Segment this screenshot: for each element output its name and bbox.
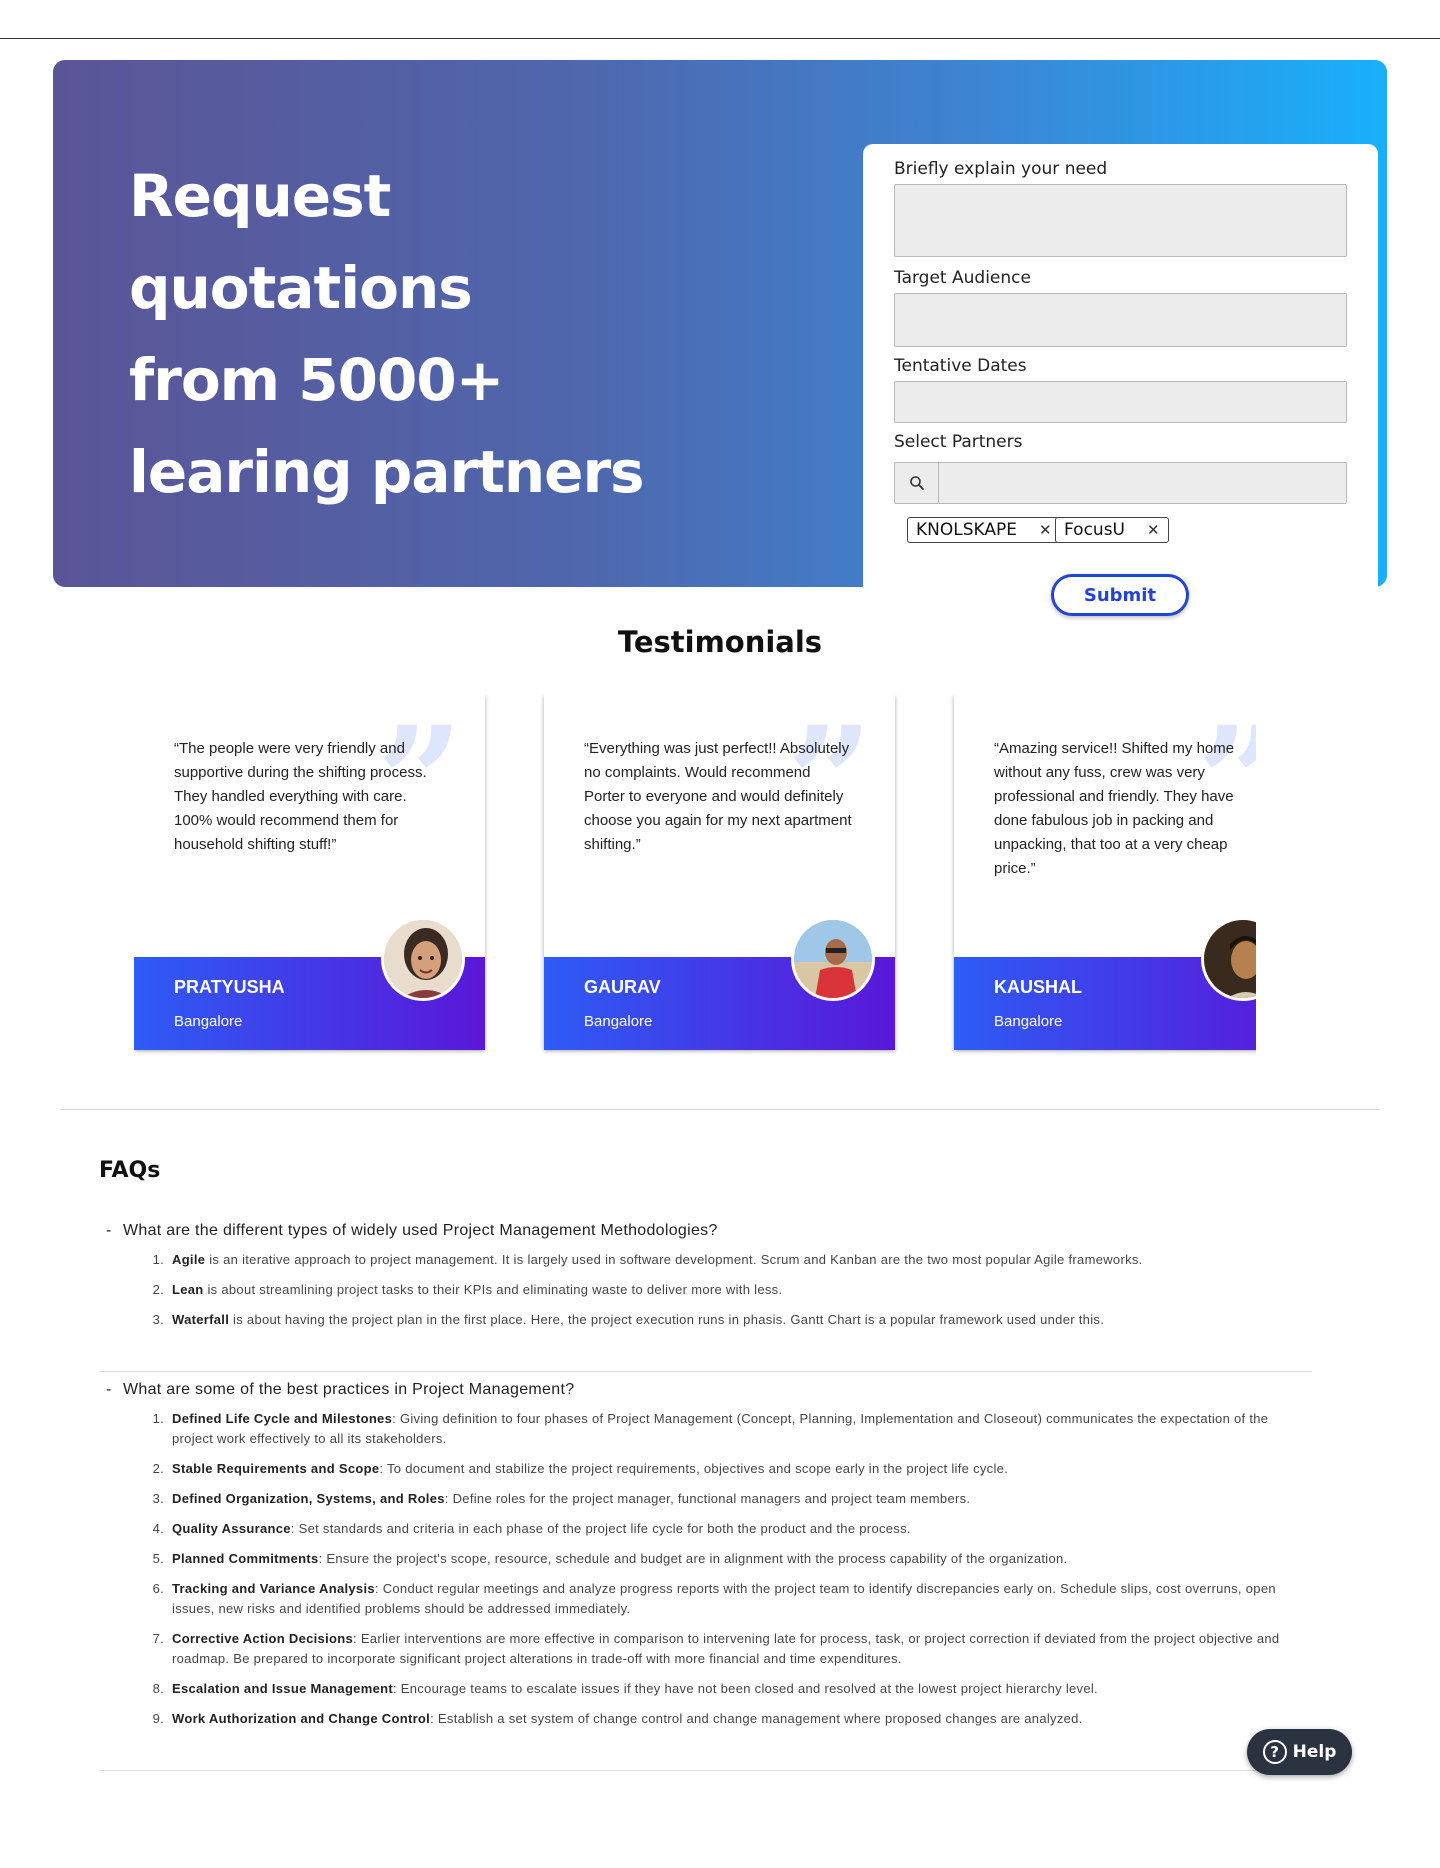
answer-text: is an iterative approach to project mana… — [205, 1252, 1143, 1267]
header-divider — [0, 38, 1440, 39]
answer-text: : To document and stabilize the project … — [379, 1461, 1009, 1476]
help-button[interactable]: ? Help — [1247, 1729, 1352, 1775]
list-item: Waterfall is about having the project pl… — [168, 1310, 1312, 1330]
testimonial-name: GAURAV — [584, 977, 661, 997]
testimonial-text: “Amazing service!! Shifted my home witho… — [994, 740, 1235, 877]
testimonial-text: “The people were very friendly and suppo… — [174, 740, 427, 853]
dates-field[interactable] — [894, 381, 1347, 423]
partners-label: Select Partners — [894, 432, 1023, 452]
answer-term: Waterfall — [172, 1312, 230, 1327]
answer-term: Quality Assurance — [172, 1521, 291, 1536]
faq-question-text: What are some of the best practices in P… — [123, 1381, 575, 1398]
faq-question[interactable]: - What are some of the best practices in… — [99, 1381, 1312, 1399]
list-item: Tracking and Variance Analysis: Conduct … — [168, 1579, 1312, 1619]
testimonials-title: Testimonials — [617, 625, 823, 659]
answer-term: Lean — [172, 1282, 204, 1297]
list-item: Corrective Action Decisions: Earlier int… — [168, 1629, 1312, 1669]
audience-field[interactable] — [894, 293, 1347, 347]
list-item: Agile is an iterative approach to projec… — [168, 1250, 1312, 1270]
testimonial-name: PRATYUSHA — [174, 977, 285, 997]
need-field[interactable] — [894, 184, 1347, 257]
list-item: Lean is about streamlining project tasks… — [168, 1280, 1312, 1300]
partner-chip-label: KNOLSKAPE — [916, 520, 1017, 540]
search-icon — [895, 463, 939, 503]
dates-label: Tentative Dates — [894, 356, 1027, 376]
help-icon: ? — [1262, 1740, 1287, 1764]
faqs-title: FAQs — [99, 1158, 161, 1183]
testimonial-card: ” “Everything was just perfect!! Absolut… — [544, 695, 895, 1050]
answer-text: : Encourage teams to escalate issues if … — [392, 1681, 1098, 1696]
remove-chip-icon[interactable]: ✕ — [1039, 521, 1052, 539]
partners-search — [894, 462, 1347, 504]
partners-search-input[interactable] — [939, 463, 1346, 503]
list-item: Defined Life Cycle and Milestones: Givin… — [168, 1409, 1312, 1449]
faq-question[interactable]: - What are the different types of widely… — [99, 1222, 1312, 1240]
answer-term: Agile — [172, 1252, 206, 1267]
audience-label: Target Audience — [894, 268, 1031, 288]
testimonial-card: ” “Amazing service!! Shifted my home wit… — [954, 695, 1256, 1050]
faq-answer-list: Agile is an iterative approach to projec… — [99, 1250, 1312, 1330]
faq-divider — [99, 1371, 1312, 1372]
answer-term: Defined Organization, Systems, and Roles — [172, 1491, 445, 1506]
hero-title-line: Request quotations — [129, 162, 473, 322]
answer-term: Tracking and Variance Analysis — [172, 1581, 375, 1596]
list-item: Planned Commitments: Ensure the project'… — [168, 1549, 1312, 1569]
answer-text: : Establish a set system of change contr… — [430, 1711, 1083, 1726]
list-item: Work Authorization and Change Control: E… — [168, 1709, 1312, 1729]
answer-term: Corrective Action Decisions — [172, 1631, 354, 1646]
quotation-form: Briefly explain your need Target Audienc… — [863, 144, 1378, 627]
avatar — [791, 917, 875, 1001]
quotation-hero: Request quotations from 5000+ learing pa… — [53, 60, 1387, 627]
testimonial-city: Bangalore — [584, 1013, 653, 1030]
faq-answer-list: Defined Life Cycle and Milestones: Givin… — [99, 1409, 1312, 1729]
answer-text: is about having the project plan in the … — [229, 1312, 1105, 1327]
bullet-icon: - — [106, 1381, 112, 1398]
testimonial-name: KAUSHAL — [994, 977, 1082, 997]
answer-text: : Set standards and criteria in each pha… — [290, 1521, 911, 1536]
need-label: Briefly explain your need — [894, 159, 1108, 179]
submit-button[interactable]: Submit — [1051, 574, 1189, 616]
partner-chip-label: FocusU — [1064, 520, 1125, 540]
remove-chip-icon[interactable]: ✕ — [1147, 521, 1160, 539]
avatar — [381, 917, 465, 1001]
faq-question-text: What are the different types of widely u… — [123, 1222, 718, 1239]
faq-item: - What are some of the best practices in… — [99, 1381, 1312, 1739]
answer-term: Escalation and Issue Management — [172, 1681, 393, 1696]
hero-title-line: from 5000+ — [129, 346, 504, 414]
partner-chip: KNOLSKAPE ✕ — [907, 517, 1061, 543]
partner-chip: FocusU ✕ — [1055, 517, 1169, 543]
faq-divider — [99, 1770, 1312, 1771]
answer-text: : Define roles for the project manager, … — [444, 1491, 971, 1506]
answer-term: Defined Life Cycle and Milestones — [172, 1411, 393, 1426]
answer-text: : Ensure the project's scope, resource, … — [318, 1551, 1068, 1566]
answer-term: Stable Requirements and Scope — [172, 1461, 380, 1476]
section-divider — [60, 1109, 1380, 1110]
answer-text: is about streamlining project tasks to t… — [203, 1282, 783, 1297]
answer-term: Planned Commitments — [172, 1551, 319, 1566]
testimonial-city: Bangalore — [174, 1013, 243, 1030]
testimonials-carousel: ” “The people were very friendly and sup… — [134, 695, 1256, 1055]
hero-title-line: learing partners — [129, 438, 645, 506]
list-item: Stable Requirements and Scope: To docume… — [168, 1459, 1312, 1479]
testimonial-card: ” “The people were very friendly and sup… — [134, 695, 485, 1050]
list-item: Defined Organization, Systems, and Roles… — [168, 1489, 1312, 1509]
testimonial-text: “Everything was just perfect!! Absolutel… — [584, 740, 852, 853]
faq-item: - What are the different types of widely… — [99, 1222, 1312, 1340]
testimonial-city: Bangalore — [994, 1013, 1063, 1030]
help-label: Help — [1292, 1742, 1337, 1762]
bullet-icon: - — [106, 1222, 112, 1239]
hero-title: Request quotations from 5000+ learing pa… — [129, 150, 749, 518]
list-item: Escalation and Issue Management: Encoura… — [168, 1679, 1312, 1699]
answer-term: Work Authorization and Change Control — [172, 1711, 431, 1726]
list-item: Quality Assurance: Set standards and cri… — [168, 1519, 1312, 1539]
